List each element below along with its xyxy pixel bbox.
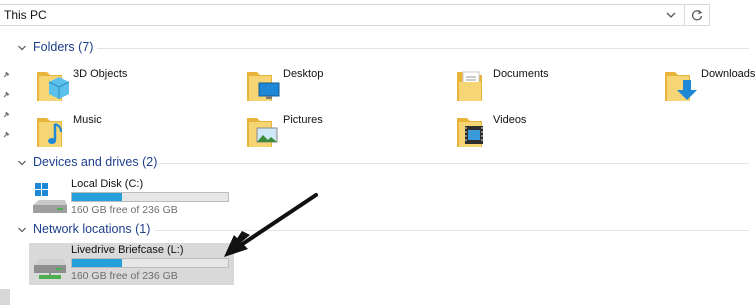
windows-drive-icon bbox=[33, 183, 67, 213]
pictures-folder-icon bbox=[247, 118, 278, 147]
folder-label: Music bbox=[73, 114, 102, 126]
annotation-arrow bbox=[224, 193, 318, 257]
folder-item-pictures[interactable]: Pictures bbox=[245, 112, 445, 156]
address-divider bbox=[684, 5, 685, 25]
pin-icon[interactable] bbox=[2, 130, 11, 139]
folder-label: 3D Objects bbox=[73, 68, 128, 80]
drive-usage-bar bbox=[71, 192, 229, 202]
refresh-icon[interactable] bbox=[690, 8, 704, 22]
drive-usage-fill bbox=[72, 259, 122, 267]
chevron-down-icon[interactable] bbox=[664, 7, 678, 23]
folder-item-music[interactable]: Music bbox=[35, 112, 235, 156]
drive-free-space: 160 GB free of 236 GB bbox=[71, 270, 178, 282]
drive-name: Local Disk (C:) bbox=[71, 178, 144, 190]
pin-icon[interactable] bbox=[2, 70, 11, 79]
drive-usage-bar bbox=[71, 258, 229, 268]
section-divider bbox=[158, 163, 749, 164]
videos-folder-icon bbox=[457, 118, 483, 147]
navigation-selection[interactable] bbox=[0, 289, 10, 305]
drive-usage-fill bbox=[72, 193, 122, 201]
pin-icon[interactable] bbox=[2, 110, 11, 119]
address-path[interactable]: This PC bbox=[4, 8, 47, 22]
3d-objects-folder-icon bbox=[37, 72, 70, 101]
downloads-folder-icon bbox=[665, 72, 697, 101]
drive-name: Livedrive Briefcase (L:) bbox=[71, 244, 184, 256]
folder-item-documents[interactable]: Documents bbox=[455, 66, 655, 110]
folder-label: Desktop bbox=[283, 68, 324, 80]
folder-item-downloads[interactable]: Downloads bbox=[663, 66, 755, 110]
collapse-chevron-icon[interactable] bbox=[17, 158, 27, 168]
documents-folder-icon bbox=[457, 71, 482, 101]
navigation-pane-edge bbox=[0, 30, 12, 305]
folder-item-3d-objects[interactable]: 3D Objects bbox=[35, 66, 235, 110]
folders-section-title: Folders (7) bbox=[33, 40, 94, 54]
network-drive-icon bbox=[34, 259, 66, 279]
desktop-folder-icon bbox=[247, 72, 280, 101]
address-bar[interactable]: This PC bbox=[0, 4, 710, 26]
folder-item-desktop[interactable]: Desktop bbox=[245, 66, 445, 110]
folder-label: Downloads bbox=[701, 68, 755, 80]
folder-item-videos[interactable]: Videos bbox=[455, 112, 655, 156]
folder-label: Documents bbox=[493, 68, 549, 80]
drive-free-space: 160 GB free of 236 GB bbox=[71, 204, 178, 216]
folder-label: Pictures bbox=[283, 114, 323, 126]
collapse-chevron-icon[interactable] bbox=[17, 225, 27, 235]
devices-section-title: Devices and drives (2) bbox=[33, 155, 158, 169]
collapse-chevron-icon[interactable] bbox=[17, 43, 27, 53]
pin-icon[interactable] bbox=[2, 90, 11, 99]
drive-item-local-disk[interactable]: Local Disk (C:) 160 GB free of 236 GB bbox=[29, 177, 234, 219]
folder-label: Videos bbox=[493, 114, 527, 126]
music-folder-icon bbox=[37, 118, 62, 147]
section-divider bbox=[97, 48, 749, 49]
network-section-title: Network locations (1) bbox=[33, 222, 151, 236]
network-drive-item-livedrive[interactable]: Livedrive Briefcase (L:) 160 GB free of … bbox=[29, 243, 234, 285]
